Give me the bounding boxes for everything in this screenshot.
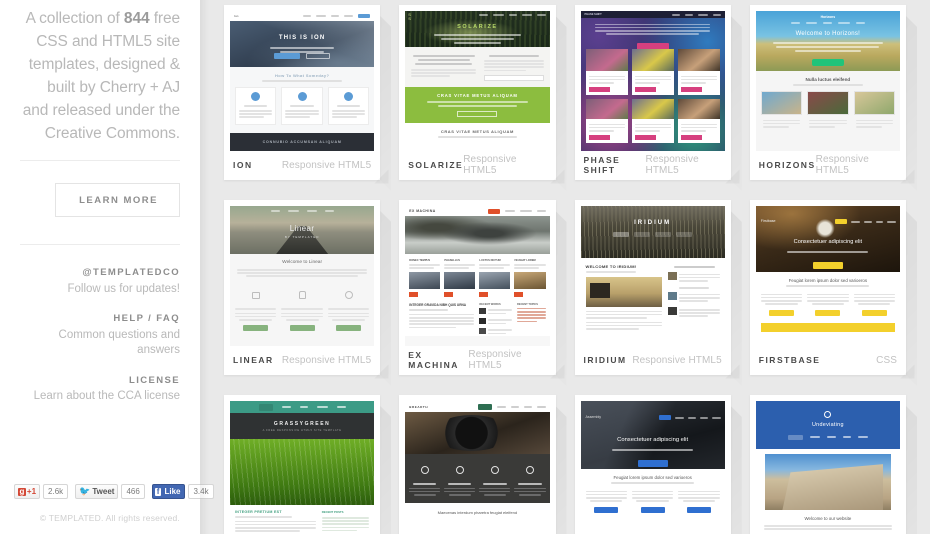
template-card-phase-shift[interactable]: PHASE SHIFT PHASE SHIFT Responsive HTML5 [574, 5, 731, 180]
card-fold-corner [375, 169, 396, 190]
template-thumbnail-breadth: BREADTH Maecenas interdum pharetra feugi… [405, 401, 550, 534]
template-thumbnail-iridium: IRIDIUM WELCOME TO IRIDIUM! [580, 206, 725, 346]
learn-more-button[interactable]: LEARN MORE [55, 182, 180, 218]
sidebar-item-help-faq[interactable]: HELP / FAQ Common questions and answers [20, 313, 180, 357]
template-meta-firstbase: FIRSTBASE CSS [756, 346, 900, 374]
template-thumbnail-horizons: Horizons Welcome to Horizons! Nulla luct… [755, 11, 900, 151]
template-meta-ion: ION Responsive HTML5 [230, 151, 374, 179]
social-share-bar: g +1 2.6k 🐦 Tweet 466 f Like 3.4k [14, 484, 214, 499]
template-meta-linear: LINEAR Responsive HTML5 [230, 346, 374, 374]
card-fold-corner [550, 364, 571, 385]
template-thumbnail-assembly: Assembly Consectetuer adipiscing elit Fe… [580, 401, 725, 534]
template-type-ion: Responsive HTML5 [281, 159, 372, 171]
template-card-firstbase[interactable]: Firstbase Consectetuer adipiscing elit F… [749, 200, 906, 375]
template-thumbnail-firstbase: Firstbase Consectetuer adipiscing elit F… [755, 206, 900, 346]
template-type-linear: Responsive HTML5 [281, 354, 372, 366]
template-thumbnail-linear: Linear BY TEMPLATED Welcome to Linear [230, 206, 375, 346]
twitter-bird-icon: 🐦 [79, 486, 91, 496]
sidebar-links: @TEMPLATEDCO Follow us for updates! HELP… [20, 267, 180, 404]
template-type-horizons: Responsive HTML5 [815, 154, 869, 176]
template-card-ion[interactable]: Ion THIS IS ION How To What Someday? CON… [224, 5, 381, 180]
sidebar-item-help-faq-title: HELP / FAQ [113, 313, 180, 325]
google-plus-one-button[interactable]: g +1 [14, 484, 41, 499]
card-fold-corner [900, 169, 921, 190]
template-type-phase-shift: Responsive HTML5 [645, 154, 699, 176]
sidebar-item-license-title: LICENSE [129, 374, 180, 386]
template-name-solarize: SOLARIZE [408, 160, 464, 170]
template-name-ion: ION [233, 160, 253, 170]
template-thumbnail-ion: Ion THIS IS ION How To What Someday? CON… [230, 11, 375, 151]
facebook-like-label: Like [164, 486, 181, 496]
template-card-ex-machina[interactable]: EX MACHINA DONEC TEMPUS PHASELLUS LUCTUS… [399, 200, 556, 375]
facebook-like-button[interactable]: f Like [151, 484, 186, 499]
sidebar-item-twitter-sub: Follow us for updates! [67, 282, 180, 295]
template-card-assembly[interactable]: Assembly Consectetuer adipiscing elit Fe… [574, 395, 731, 534]
intro-text: A collection of 844 free CSS and HTML5 s… [20, 0, 180, 146]
template-type-firstbase: CSS [876, 354, 897, 366]
sidebar-item-twitter[interactable]: @TEMPLATEDCO Follow us for updates! [20, 267, 180, 296]
template-meta-ex-machina: EX MACHINA Responsive HTML5 [405, 346, 549, 374]
card-fold-corner [550, 169, 571, 190]
template-type-ex-machina: Responsive HTML5 [468, 349, 522, 371]
card-fold-corner [725, 364, 746, 385]
template-name-iridium: IRIDIUM [583, 355, 627, 365]
template-thumbnail-solarize: SS SOLARIZE CRAS VITAE METUS ALIQUAM CRA… [405, 11, 550, 151]
card-fold-corner [375, 364, 396, 385]
google-plus-icon: g [18, 486, 26, 496]
template-name-firstbase: FIRSTBASE [758, 355, 821, 365]
template-name-horizons: HORIZONS [758, 160, 816, 170]
template-thumbnail-grassygreen: GRASSYGREEN A FREE RESPONSIVE HTML5 SITE… [230, 401, 375, 534]
template-meta-iridium: IRIDIUM Responsive HTML5 [581, 346, 725, 374]
tweet-label: Tweet [92, 486, 115, 496]
sidebar-item-twitter-title: @TEMPLATEDCO [82, 267, 180, 279]
learn-more-wrap: LEARN MORE [20, 182, 180, 218]
template-name-ex-machina: EX MACHINA [408, 350, 459, 370]
intro-post: free CSS and HTML5 site templates, desig… [22, 10, 180, 142]
sidebar-item-license[interactable]: LICENSE Learn about the CCA license [20, 375, 180, 404]
template-card-iridium[interactable]: IRIDIUM WELCOME TO IRIDIUM! IRIDIUM Resp… [574, 200, 731, 375]
template-name-linear: LINEAR [233, 355, 274, 365]
template-type-iridium: Responsive HTML5 [632, 354, 722, 366]
template-meta-solarize: SOLARIZE Responsive HTML5 [405, 151, 549, 179]
template-card-grassygreen[interactable]: GRASSYGREEN A FREE RESPONSIVE HTML5 SITE… [224, 395, 381, 534]
template-card-solarize[interactable]: SS SOLARIZE CRAS VITAE METUS ALIQUAM CRA… [399, 5, 556, 180]
tweet-button[interactable]: 🐦 Tweet [75, 484, 119, 499]
template-card-horizons[interactable]: Horizons Welcome to Horizons! Nulla luct… [749, 5, 906, 180]
template-type-solarize: Responsive HTML5 [463, 154, 517, 176]
template-card-breadth[interactable]: BREADTH Maecenas interdum pharetra feugi… [399, 395, 556, 534]
card-fold-corner [725, 169, 746, 190]
sidebar-item-help-faq-sub: Common questions and answers [58, 328, 180, 356]
card-fold-corner [900, 364, 921, 385]
template-grid-area: Ion THIS IS ION How To What Someday? CON… [200, 0, 930, 534]
google-plus-count: 2.6k [43, 484, 69, 499]
template-meta-horizons: HORIZONS Responsive HTML5 [756, 151, 900, 179]
template-thumbnail-phase-shift: PHASE SHIFT [580, 11, 725, 151]
sidebar-footer: g +1 2.6k 🐦 Tweet 466 f Like 3.4k © TEMPLAT… [14, 484, 214, 534]
template-name-phase-shift: PHASE SHIFT [583, 155, 621, 175]
tweet-count: 466 [121, 484, 145, 499]
facebook-f-icon: f [154, 486, 162, 496]
template-card-linear[interactable]: Linear BY TEMPLATED Welcome to Linear LI… [224, 200, 381, 375]
sidebar: A collection of 844 free CSS and HTML5 s… [0, 0, 214, 534]
sidebar-item-license-sub: Learn about the CCA license [33, 390, 180, 403]
copyright-text: © TEMPLATED. All rights reserved. [39, 513, 180, 523]
template-thumbnail-undeviating: Undeviating Welcome to our website [755, 401, 900, 534]
template-count: 844 [123, 10, 150, 27]
template-card-undeviating[interactable]: Undeviating Welcome to our website [749, 395, 906, 534]
google-plus-label: +1 [26, 486, 37, 496]
intro-pre: A collection of [25, 10, 124, 27]
template-grid: Ion THIS IS ION How To What Someday? CON… [224, 5, 906, 534]
template-thumbnail-ex-machina: EX MACHINA DONEC TEMPUS PHASELLUS LUCTUS… [405, 206, 550, 346]
template-meta-phase-shift: PHASE SHIFT Responsive HTML5 [581, 151, 725, 179]
intro-divider [20, 159, 180, 161]
templated-gallery-page: A collection of 844 free CSS and HTML5 s… [0, 0, 930, 534]
sidebar-divider [20, 244, 180, 246]
